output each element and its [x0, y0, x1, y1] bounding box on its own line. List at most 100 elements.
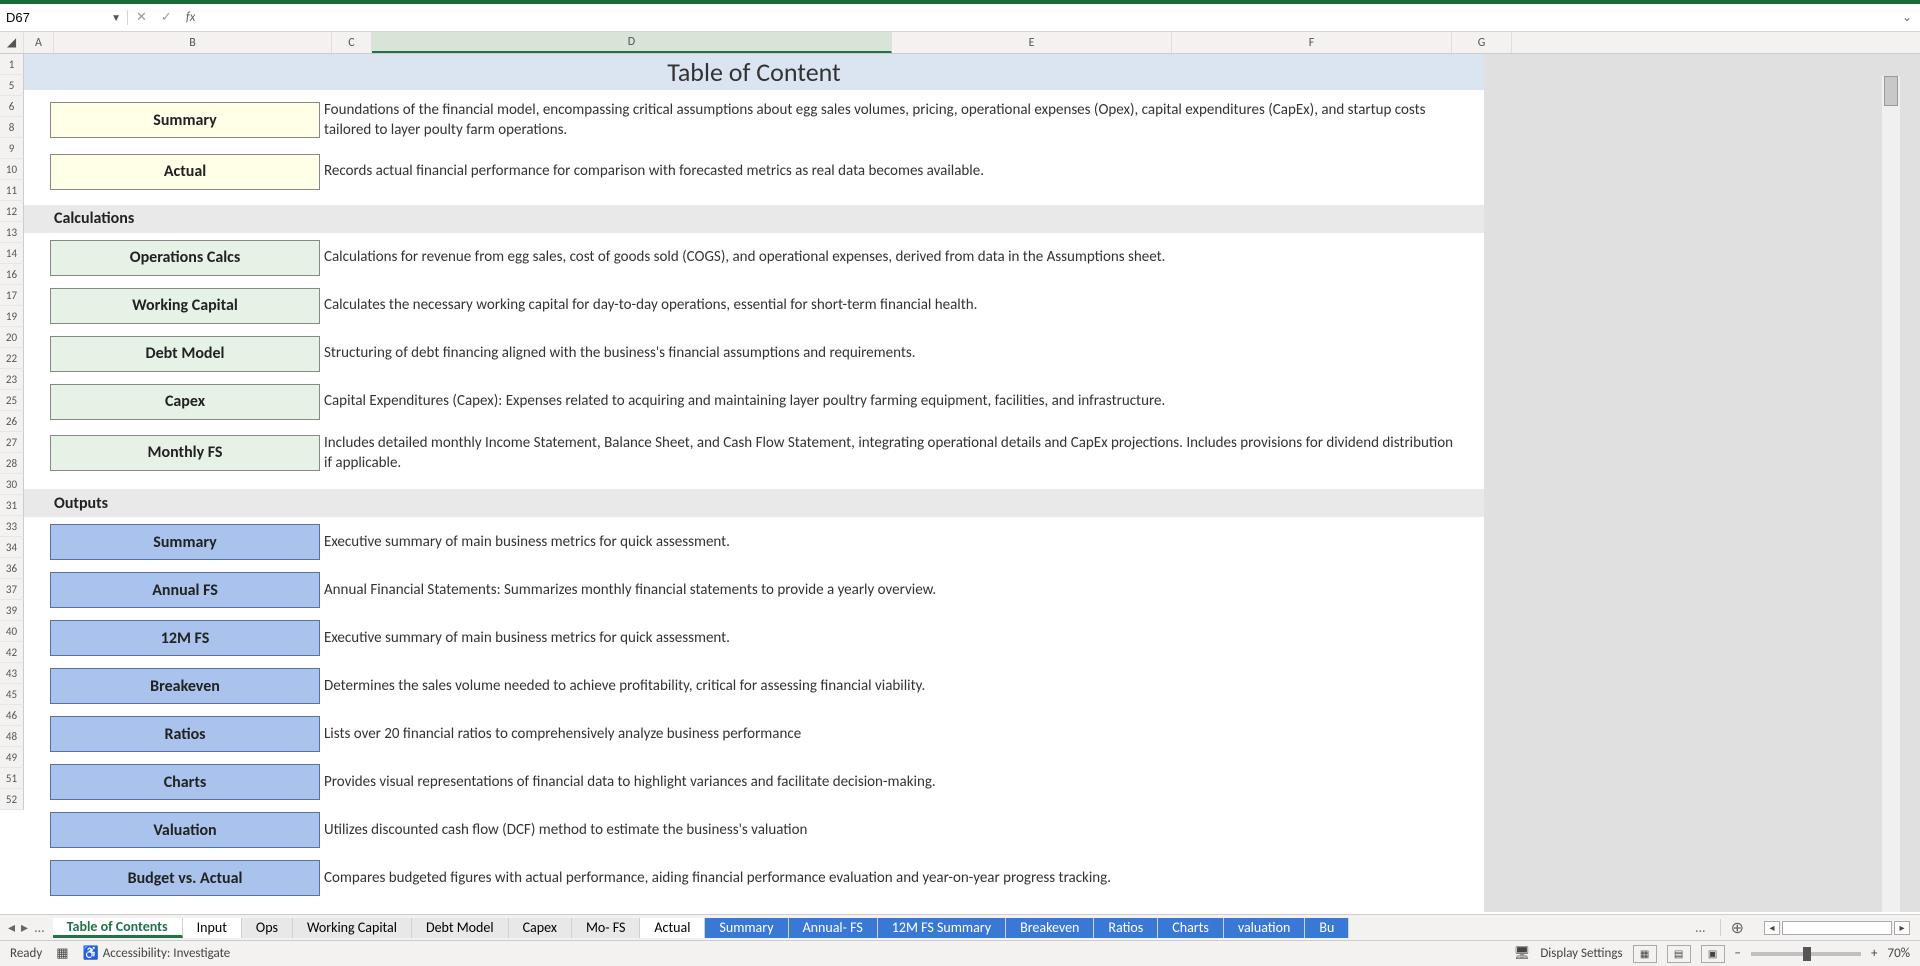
- row-header[interactable]: 51: [0, 768, 24, 789]
- col-header-f[interactable]: F: [1172, 32, 1452, 53]
- hscroll-left-icon[interactable]: ◂: [1764, 921, 1780, 935]
- row-header[interactable]: 49: [0, 747, 24, 768]
- sheet-tab-12m-fs-summary[interactable]: 12M FS Summary: [878, 918, 1006, 938]
- select-all-cell[interactable]: ◢: [0, 32, 24, 53]
- sheet-tab-breakeven[interactable]: Breakeven: [1006, 918, 1094, 938]
- toc-button-charts[interactable]: Charts: [50, 764, 320, 800]
- toc-button-ratios[interactable]: Ratios: [50, 716, 320, 752]
- row-header[interactable]: 20: [0, 327, 24, 348]
- row-header[interactable]: 33: [0, 516, 24, 537]
- col-header-a[interactable]: A: [24, 32, 54, 53]
- row-header[interactable]: 34: [0, 537, 24, 558]
- row-header[interactable]: 52: [0, 789, 24, 810]
- row-header[interactable]: 48: [0, 726, 24, 747]
- row-header[interactable]: 5: [0, 75, 24, 96]
- toc-button-capex[interactable]: Capex: [50, 384, 320, 420]
- row-header[interactable]: 26: [0, 411, 24, 432]
- toc-button-breakeven[interactable]: Breakeven: [50, 668, 320, 704]
- col-header-d[interactable]: D: [372, 32, 892, 53]
- row-header[interactable]: 30: [0, 474, 24, 495]
- tab-nav-prev-icon[interactable]: ▸: [21, 919, 28, 936]
- sheet-tab-summary[interactable]: Summary: [705, 918, 788, 938]
- name-box-input[interactable]: [6, 10, 107, 25]
- row-header[interactable]: 9: [0, 138, 24, 159]
- hscroll-track[interactable]: [1782, 921, 1892, 935]
- row-header[interactable]: 39: [0, 600, 24, 621]
- row-header[interactable]: 43: [0, 663, 24, 684]
- row-header[interactable]: 40: [0, 621, 24, 642]
- sheet-tab-debt-model[interactable]: Debt Model: [412, 918, 509, 938]
- toc-button-debt-model[interactable]: Debt Model: [50, 336, 320, 372]
- formula-expand-icon[interactable]: ⌄: [1894, 10, 1920, 25]
- toc-button-summary[interactable]: Summary: [50, 524, 320, 560]
- view-page-break-button[interactable]: ▣: [1701, 945, 1725, 963]
- sheet-tab-actual[interactable]: Actual: [640, 918, 705, 938]
- sheet-tab-valuation[interactable]: valuation: [1224, 918, 1306, 938]
- view-page-layout-button[interactable]: ▤: [1667, 945, 1691, 963]
- toc-button-actual[interactable]: Actual: [50, 154, 320, 190]
- row-header[interactable]: 6: [0, 96, 24, 117]
- row-header[interactable]: 45: [0, 684, 24, 705]
- vertical-scrollbar[interactable]: [1882, 76, 1900, 912]
- tab-overflow[interactable]: ...: [1681, 919, 1721, 936]
- accessibility-icon[interactable]: ♿: [83, 946, 99, 961]
- col-header-c[interactable]: C: [332, 32, 372, 53]
- toc-button-monthly-fs[interactable]: Monthly FS: [50, 435, 320, 471]
- row-header[interactable]: 46: [0, 705, 24, 726]
- zoom-thumb[interactable]: [1803, 947, 1811, 961]
- row-header[interactable]: 1: [0, 54, 24, 75]
- sheet-tab-charts[interactable]: Charts: [1158, 918, 1224, 938]
- col-header-g[interactable]: G: [1452, 32, 1512, 53]
- col-header-b[interactable]: B: [54, 32, 332, 53]
- row-headers[interactable]: 1568910111213141617192022232526272830313…: [0, 54, 24, 810]
- toc-button-12m-fs[interactable]: 12M FS: [50, 620, 320, 656]
- row-header[interactable]: 42: [0, 642, 24, 663]
- view-normal-button[interactable]: ▦: [1633, 945, 1657, 963]
- sheet-tab-capex[interactable]: Capex: [509, 918, 572, 938]
- sheet-tab-working-capital[interactable]: Working Capital: [293, 918, 412, 938]
- sheet-tab-mo-fs[interactable]: Mo- FS: [572, 918, 640, 938]
- name-box[interactable]: ▼: [0, 10, 128, 25]
- sheet-tab-input[interactable]: Input: [183, 918, 242, 938]
- tab-nav[interactable]: ◂ ▸ ...: [0, 919, 53, 936]
- row-header[interactable]: 25: [0, 390, 24, 411]
- row-header[interactable]: 11: [0, 180, 24, 201]
- sheet-tab-ops[interactable]: Ops: [242, 918, 293, 938]
- add-sheet-button[interactable]: ⊕: [1721, 918, 1754, 938]
- row-header[interactable]: 28: [0, 453, 24, 474]
- fx-icon[interactable]: fx: [186, 10, 196, 25]
- vertical-scroll-thumb[interactable]: [1884, 76, 1898, 106]
- toc-button-annual-fs[interactable]: Annual FS: [50, 572, 320, 608]
- horizontal-scroll-mini[interactable]: ◂ ▸: [1754, 921, 1920, 935]
- row-header[interactable]: 12: [0, 201, 24, 222]
- sheet-tab-ratios[interactable]: Ratios: [1094, 918, 1158, 938]
- hscroll-right-icon[interactable]: ▸: [1894, 921, 1910, 935]
- row-header[interactable]: 13: [0, 222, 24, 243]
- zoom-out-button[interactable]: −: [1735, 946, 1741, 961]
- toc-button-budget-vs-actual[interactable]: Budget vs. Actual: [50, 860, 320, 896]
- display-settings-icon[interactable]: 🖥: [1514, 946, 1531, 961]
- toc-button-operations-calcs[interactable]: Operations Calcs: [50, 240, 320, 276]
- row-header[interactable]: 27: [0, 432, 24, 453]
- row-header[interactable]: 19: [0, 306, 24, 327]
- column-headers[interactable]: ◢ A B C D E F G: [0, 32, 1920, 54]
- row-header[interactable]: 8: [0, 117, 24, 138]
- row-header[interactable]: 31: [0, 495, 24, 516]
- tab-nav-first-icon[interactable]: ◂: [8, 919, 15, 936]
- row-header[interactable]: 23: [0, 369, 24, 390]
- row-header[interactable]: 37: [0, 579, 24, 600]
- formula-input[interactable]: [203, 10, 1894, 25]
- zoom-in-button[interactable]: +: [1871, 946, 1877, 961]
- toc-button-working-capital[interactable]: Working Capital: [50, 288, 320, 324]
- row-header[interactable]: 36: [0, 558, 24, 579]
- status-display-settings[interactable]: Display Settings: [1540, 946, 1622, 961]
- row-header[interactable]: 17: [0, 285, 24, 306]
- sheet-tab-annual-fs[interactable]: Annual- FS: [789, 918, 878, 938]
- zoom-level[interactable]: 70%: [1888, 946, 1910, 961]
- zoom-slider[interactable]: [1751, 952, 1861, 956]
- sheet-tab-bu[interactable]: Bu: [1305, 918, 1349, 938]
- tab-nav-ellipsis[interactable]: ...: [34, 919, 45, 936]
- row-header[interactable]: 22: [0, 348, 24, 369]
- row-header[interactable]: 16: [0, 264, 24, 285]
- col-header-e[interactable]: E: [892, 32, 1172, 53]
